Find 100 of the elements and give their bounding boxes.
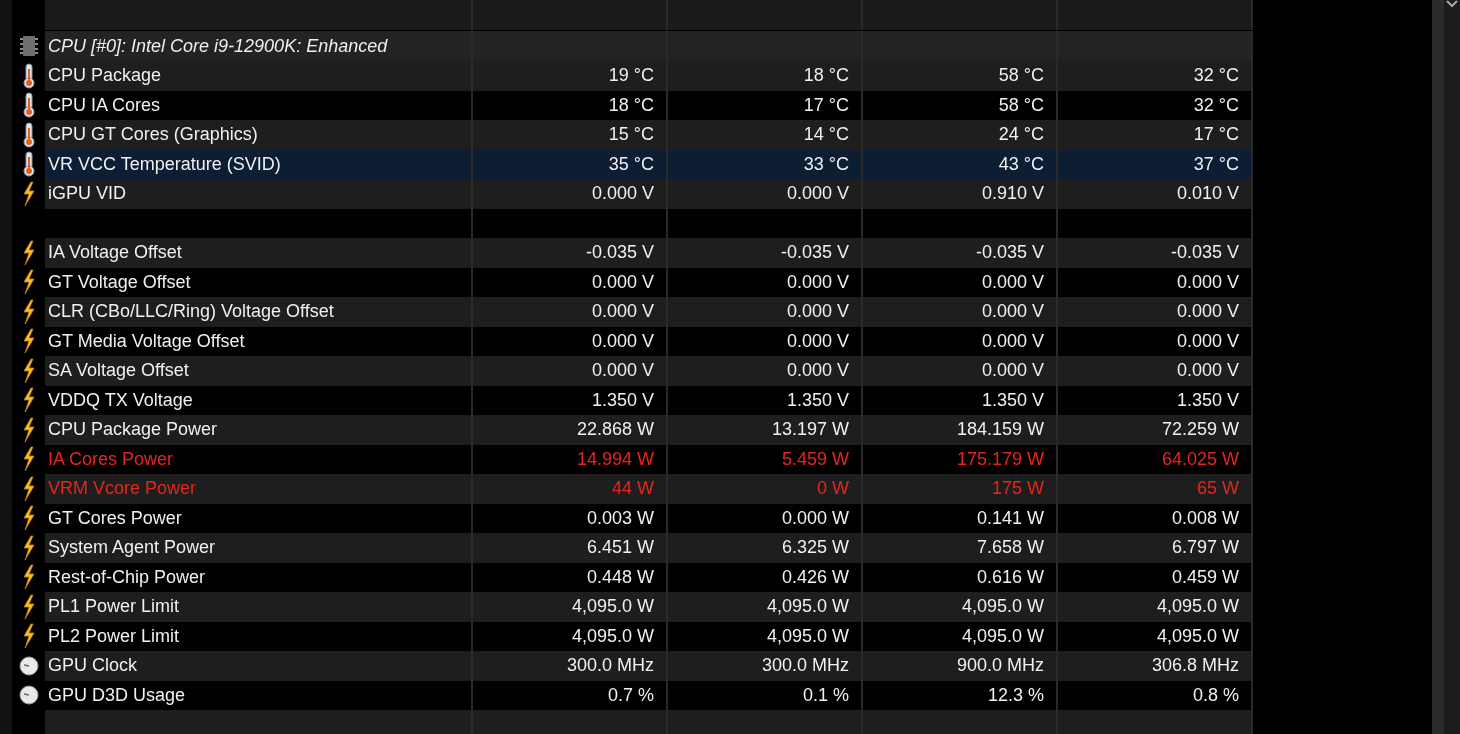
clock-icon: [18, 685, 39, 706]
sensor-value: 0.1 %: [802, 684, 849, 706]
sensor-label: PL2 Power Limit: [48, 625, 180, 647]
sensor-value: 184.159 W: [956, 419, 1044, 441]
sensor-label: SA Voltage Offset: [48, 360, 189, 382]
sensor-row[interactable]: CPU Package 19 °C 18 °C 58 °C 32 °C: [45, 61, 1253, 91]
sensor-value: 17 °C: [803, 94, 849, 116]
sensor-row[interactable]: CPU Package Power 22.868 W 13.197 W 184.159 W 72.259 W: [45, 415, 1253, 445]
sensor-value: 0.448 W: [586, 566, 654, 588]
sensor-row[interactable]: CPU GT Cores (Graphics) 15 °C 14 °C 24 °C 17 °C: [45, 120, 1253, 150]
sensor-label: System Agent Power: [48, 537, 216, 559]
sensor-label: CPU GT Cores (Graphics): [48, 124, 258, 146]
chip-icon: [19, 35, 38, 57]
sensor-value: 0.000 V: [591, 271, 654, 293]
sensor-label: VDDQ TX Voltage: [48, 389, 193, 411]
sensor-value: 0.000 V: [1176, 360, 1239, 382]
lightning-bolt-icon: [21, 298, 36, 325]
chevron-down-icon[interactable]: [1446, 0, 1458, 8]
sensor-label: GT Media Voltage Offset: [48, 330, 245, 352]
sensor-value: 15 °C: [608, 124, 654, 146]
sensor-row[interactable]: GT Media Voltage Offset 0.000 V 0.000 V 0.000 V 0.000 V: [45, 326, 1253, 356]
sensor-value: 4,095.0 W: [961, 596, 1044, 618]
lightning-bolt-icon: [21, 387, 36, 414]
sensor-label: GPU Clock: [48, 655, 137, 677]
thermometer-icon: [21, 92, 36, 119]
sensor-value: 6.451 W: [586, 537, 654, 559]
sensor-value: 1.350 V: [786, 389, 849, 411]
sensor-label: IA Cores Power: [48, 448, 174, 470]
sensor-value: 0.000 V: [786, 360, 849, 382]
sensor-value: 18 °C: [803, 65, 849, 87]
lightning-bolt-icon: [21, 534, 36, 561]
sensor-row[interactable]: IA Voltage Offset -0.035 V -0.035 V -0.035 V -0.035 V: [45, 238, 1253, 268]
sensor-value: 0.008 W: [1171, 507, 1239, 529]
sensor-value: 0.003 W: [586, 507, 654, 529]
sensor-value: 6.797 W: [1171, 537, 1239, 559]
sensor-value: 58 °C: [998, 94, 1044, 116]
sensor-value: 13.197 W: [771, 419, 849, 441]
sensor-value: 35 °C: [608, 153, 654, 175]
sensor-row[interactable]: GT Voltage Offset 0.000 V 0.000 V 0.000 V 0.000 V: [45, 267, 1253, 297]
sensor-value: 0.000 V: [981, 330, 1044, 352]
sensor-value: 4,095.0 W: [1156, 625, 1239, 647]
sensor-value: 7.658 W: [976, 537, 1044, 559]
sensor-label: CLR (CBo/LLC/Ring) Voltage Offset: [48, 301, 334, 323]
lightning-bolt-icon: [21, 239, 36, 266]
sensor-value: 306.8 MHz: [1151, 655, 1239, 677]
sensor-value: 0.7 %: [607, 684, 654, 706]
sensor-label: Rest-of-Chip Power: [48, 566, 206, 588]
sensor-value: 12.3 %: [987, 684, 1044, 706]
sensor-label: PL1 Power Limit: [48, 596, 180, 618]
sensor-value: 0.8 %: [1192, 684, 1239, 706]
sensor-value: 6.325 W: [781, 537, 849, 559]
sensor-value: 0.000 W: [781, 507, 849, 529]
lightning-bolt-icon: [21, 446, 36, 473]
sensor-label: CPU Package: [48, 65, 162, 87]
sensor-row[interactable]: VRM Vcore Power 44 W 0 W 175 W 65 W: [45, 474, 1253, 504]
group-row[interactable]: CPU [#0]: Intel Core i9-12900K: Enhanced: [45, 31, 1253, 61]
clock-icon: [18, 655, 39, 676]
sensor-label: IA Voltage Offset: [48, 242, 182, 264]
sensor-value: 37 °C: [1193, 153, 1239, 175]
blank-row[interactable]: [45, 710, 1253, 734]
sensor-value: 24 °C: [998, 124, 1044, 146]
sensor-value: 300.0 MHz: [566, 655, 654, 677]
sensor-row[interactable]: System Agent Power 6.451 W 6.325 W 7.658 W 6.797 W: [45, 533, 1253, 563]
sensor-row[interactable]: VDDQ TX Voltage 1.350 V 1.350 V 1.350 V 1.350 V: [45, 385, 1253, 415]
sensor-row[interactable]: CPU IA Cores 18 °C 17 °C 58 °C 32 °C: [45, 90, 1253, 120]
sensor-value: 18 °C: [608, 94, 654, 116]
sensor-row[interactable]: iGPU VID 0.000 V 0.000 V 0.910 V 0.010 V: [45, 179, 1253, 209]
sensor-row[interactable]: VR VCC Temperature (SVID) 35 °C 33 °C 43 °C 37 °C: [45, 149, 1253, 179]
sensor-label: GPU D3D Usage: [48, 684, 186, 706]
sensor-value: 44 W: [612, 478, 654, 500]
lightning-bolt-icon: [21, 416, 36, 443]
sensor-row[interactable]: GT Cores Power 0.003 W 0.000 W 0.141 W 0.008 W: [45, 503, 1253, 533]
sensor-row[interactable]: PL1 Power Limit 4,095.0 W 4,095.0 W 4,095.0 W 4,095.0 W: [45, 592, 1253, 622]
sensor-row[interactable]: CLR (CBo/LLC/Ring) Voltage Offset 0.000 V 0.000 V 0.000 V 0.000 V: [45, 297, 1253, 327]
sensor-value: 0.616 W: [976, 566, 1044, 588]
sensor-row[interactable]: GPU Clock 300.0 MHz 300.0 MHz 900.0 MHz 306.8 MHz: [45, 651, 1253, 681]
sensor-label: VRM Vcore Power: [48, 478, 197, 500]
sensor-value: 33 °C: [803, 153, 849, 175]
sensor-value: 175.179 W: [956, 448, 1044, 470]
sensor-value: -0.035 V: [585, 242, 654, 264]
sensor-label: CPU Package Power: [48, 419, 218, 441]
scrollbar-track[interactable]: [1432, 0, 1444, 734]
sensor-row[interactable]: SA Voltage Offset 0.000 V 0.000 V 0.000 V 0.000 V: [45, 356, 1253, 386]
sensor-value: 0.000 V: [981, 301, 1044, 323]
sensor-value: 1.350 V: [591, 389, 654, 411]
sensor-value: 0.000 V: [786, 271, 849, 293]
sensor-value: 32 °C: [1193, 94, 1239, 116]
lightning-bolt-icon: [21, 357, 36, 384]
sensor-value: 64.025 W: [1161, 448, 1239, 470]
sensor-value: -0.035 V: [780, 242, 849, 264]
lightning-bolt-icon: [21, 623, 36, 650]
sensor-row[interactable]: GPU D3D Usage 0.7 % 0.1 % 12.3 % 0.8 %: [45, 680, 1253, 710]
sensor-value: 0.000 V: [786, 183, 849, 205]
sensor-value: 0.000 V: [1176, 271, 1239, 293]
sensor-value: -0.035 V: [1170, 242, 1239, 264]
sensor-value: 4,095.0 W: [571, 596, 654, 618]
lightning-bolt-icon: [21, 564, 36, 591]
sensor-value: 14.994 W: [576, 448, 654, 470]
sensor-value: 300.0 MHz: [761, 655, 849, 677]
sensor-value: 4,095.0 W: [766, 625, 849, 647]
